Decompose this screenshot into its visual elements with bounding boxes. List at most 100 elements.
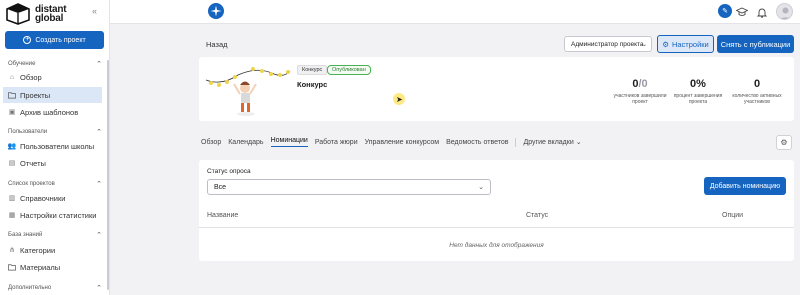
home-icon: ⌂: [9, 73, 15, 81]
sidebar-item-label: Проекты: [20, 90, 51, 100]
sidebar-item-label: Настройки статистики: [20, 210, 97, 220]
survey-status-select[interactable]: Все ⌄: [207, 179, 491, 195]
chevron-down-icon: ⌄: [478, 184, 484, 191]
sidebar-item-label: Материалы: [20, 262, 61, 272]
sidebar-item-label: Пользователи школы: [20, 141, 95, 151]
create-project-button[interactable]: + Создать проект: [5, 31, 104, 49]
chevron-up-icon: ⌃: [96, 232, 102, 239]
stat-completion-percent: 0% процент завершения проекта: [668, 78, 728, 105]
book-icon: ▥: [8, 195, 16, 202]
users-icon: 👥: [7, 143, 17, 150]
archive-icon: ▣: [8, 109, 16, 116]
tab-jury-work[interactable]: Работа жюри: [315, 139, 358, 146]
section-title: Дополнительно: [8, 285, 52, 291]
sidebar-item-school-users[interactable]: 👥 Пользователи школы: [3, 138, 102, 154]
logo-cube-icon: [6, 3, 32, 25]
chevron-down-icon: ⌄: [641, 42, 647, 48]
empty-state-text: Нет данных для отображения: [449, 242, 544, 249]
brand-line-2: global: [35, 13, 64, 24]
chevron-up-icon: ⌃: [96, 129, 102, 136]
settings-button[interactable]: ⚙ Настройки: [657, 35, 714, 53]
section-title: Список проектов: [8, 181, 55, 187]
sidebar-item-label: Обзор: [20, 72, 42, 82]
table-header-divider: [199, 227, 794, 228]
sidebar-item-label: Справочники: [20, 193, 66, 203]
section-additional[interactable]: Дополнительно ⌃: [8, 285, 104, 292]
sidebar-item-templates-archive[interactable]: ▣ Архив шаблонов: [3, 104, 102, 120]
project-title: Конкурс: [297, 80, 328, 89]
add-nomination-button[interactable]: Добавить номинацию: [704, 177, 786, 195]
sidebar-item-label: Отчеты: [20, 158, 46, 168]
tab-other-label: Другие вкладки: [523, 139, 574, 146]
user-avatar[interactable]: [776, 3, 793, 20]
sidebar-item-label: Архив шаблонов: [20, 107, 79, 117]
column-header-name[interactable]: Название: [207, 212, 238, 219]
bell-icon[interactable]: [755, 5, 769, 19]
stat-value: 0%: [690, 78, 706, 90]
section-title: Пользователи: [8, 129, 48, 135]
stat-label: процент завершения проекта: [673, 93, 723, 105]
section-knowledge-base[interactable]: База знаний ⌃: [8, 232, 104, 239]
settings-label: Настройки: [671, 39, 709, 49]
collapse-sidebar-icon[interactable]: «: [92, 6, 97, 16]
project-cover-image: [204, 60, 292, 117]
filter-value: Все: [214, 183, 227, 191]
folder-icon: [8, 91, 16, 99]
column-header-options: Опции: [722, 212, 744, 219]
gear-icon: ⚙: [662, 39, 669, 49]
tab-calendar[interactable]: Календарь: [228, 139, 263, 146]
sidebar-item-reports[interactable]: ▤ Отчеты: [3, 155, 102, 171]
chevron-up-icon: ⌃: [96, 181, 102, 188]
categories-icon: ⋔: [9, 247, 15, 254]
sidebar-item-materials[interactable]: Материалы: [3, 259, 102, 275]
sidebar-item-projects[interactable]: Проекты: [3, 87, 102, 103]
sidebar: distant global « + Создать проект Обучен…: [0, 0, 110, 295]
section-title: База знаний: [8, 232, 43, 238]
filter-label: Статус опроса: [207, 168, 251, 175]
status-badge: Опубликован: [327, 65, 371, 75]
create-project-label: Создать проект: [35, 36, 86, 44]
sidebar-item-directories[interactable]: ▥ Справочники: [3, 190, 102, 206]
tab-answer-sheet[interactable]: Ведомость ответов: [446, 139, 508, 146]
stat-label: участников завершили проект: [613, 93, 667, 105]
tab-other-tabs[interactable]: Другие вкладки ⌄: [523, 138, 581, 146]
role-select[interactable]: Администратор проекта ⌄: [564, 36, 652, 52]
report-icon: ▤: [8, 160, 16, 167]
sidebar-item-overview[interactable]: ⌂ Обзор: [3, 69, 102, 85]
sidebar-item-categories[interactable]: ⋔ Категории: [3, 242, 102, 258]
stat-label: количество активных участников: [732, 93, 782, 105]
chevron-up-icon: ⌃: [96, 61, 102, 68]
stat-value-total: /0: [638, 78, 648, 90]
tab-settings-gear-icon[interactable]: ⚙: [776, 135, 792, 150]
edit-pencil-icon[interactable]: ✎: [718, 4, 732, 18]
graduation-cap-icon[interactable]: [735, 5, 749, 19]
sidebar-item-label: Категории: [20, 245, 56, 255]
stats-icon: ▦: [8, 212, 16, 219]
tab-divider: [515, 137, 517, 147]
project-type-tag: Конкурс: [297, 65, 328, 75]
stat-active-participants: 0 количество активных участников: [727, 78, 787, 105]
chevron-up-icon: ⌃: [96, 285, 102, 292]
section-users[interactable]: Пользователи ⌃: [8, 129, 104, 136]
stat-value: 0: [753, 78, 761, 90]
sidebar-item-stats-settings[interactable]: ▦ Настройки статистики: [3, 207, 102, 223]
tab-nominations[interactable]: Номинации: [270, 137, 308, 147]
back-link[interactable]: Назад: [206, 40, 228, 49]
brand-logo[interactable]: distant global: [6, 3, 67, 25]
stat-completed-participants: 0/0 участников завершили проект: [610, 78, 670, 105]
section-learning[interactable]: Обучение ⌃: [8, 61, 104, 68]
tab-contest-management[interactable]: Управление конкурсом: [365, 139, 440, 146]
unpublish-button[interactable]: Снять с публикации: [717, 35, 794, 53]
cursor-arrow-icon: ➤: [396, 95, 403, 104]
column-header-status[interactable]: Статус: [526, 212, 548, 219]
role-select-value: Администратор проекта: [571, 40, 644, 48]
folder-icon: [8, 263, 16, 271]
sidebar-scrollbar[interactable]: [107, 60, 109, 290]
project-tabs: Обзор Календарь Номинации Работа жюри Уп…: [201, 136, 589, 148]
plus-circle-icon: +: [23, 36, 32, 44]
section-project-list[interactable]: Список проектов ⌃: [8, 181, 104, 188]
section-title: Обучение: [8, 61, 36, 67]
tab-overview[interactable]: Обзор: [201, 139, 221, 146]
chevron-down-icon: ⌄: [575, 139, 582, 146]
compass-logo-icon[interactable]: [208, 3, 224, 19]
